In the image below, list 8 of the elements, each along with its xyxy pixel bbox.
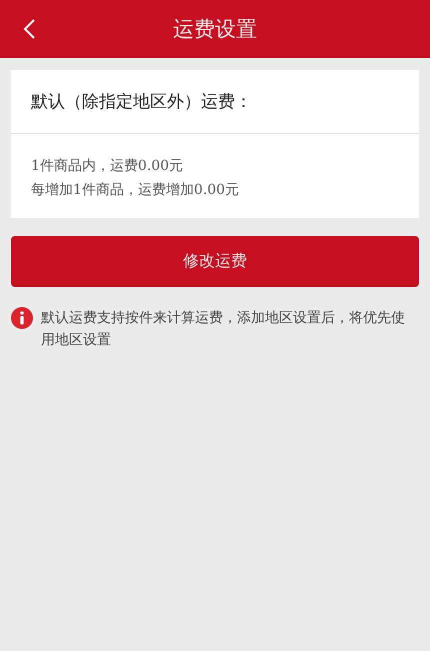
- back-icon[interactable]: [22, 18, 36, 40]
- page-title: 运费设置: [173, 16, 257, 43]
- fee-rule-text: 1件商品内，运费0.00元: [31, 157, 184, 176]
- section-heading: 默认（除指定地区外）运费：: [11, 70, 419, 134]
- notice-text: 默认运费支持按件来计算运费，添加地区设置后，将优先使用地区设置: [41, 309, 406, 350]
- info-icon: [11, 307, 33, 329]
- edit-fee-button[interactable]: 修改运费: [11, 236, 419, 287]
- fee-rule-text: 每增加1件商品，运费增加0.00元: [31, 181, 240, 200]
